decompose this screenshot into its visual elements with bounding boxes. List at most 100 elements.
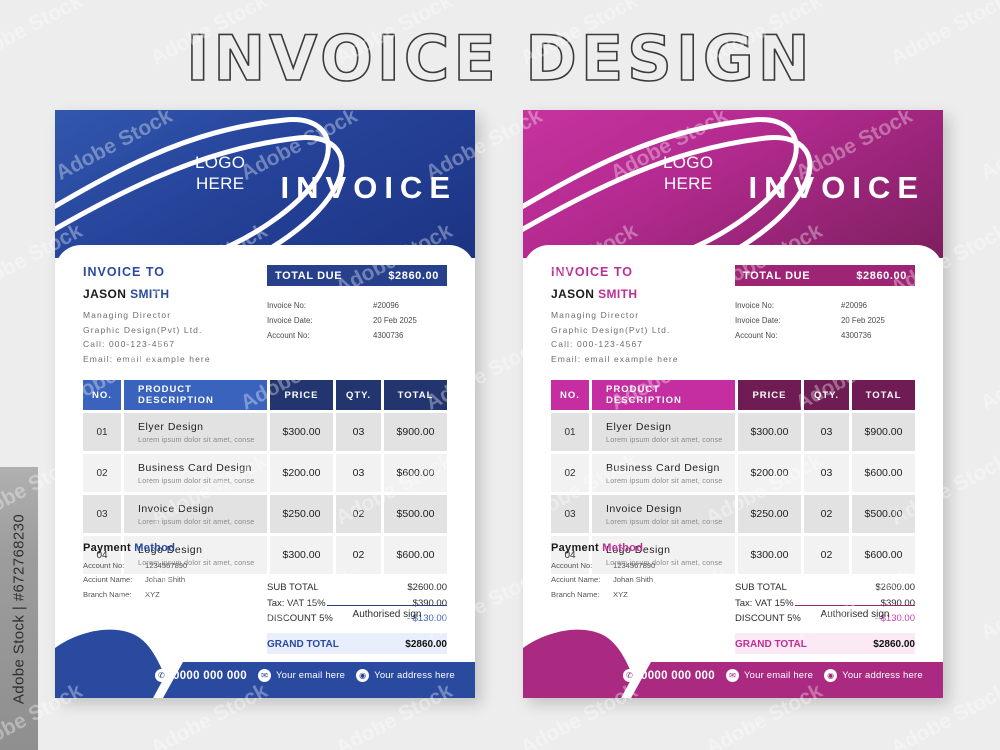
- cell-desc: Elyer Design Lorem ipsum dolor sit amet,…: [592, 413, 735, 452]
- footer-phone-text: 0000 000 000: [641, 669, 715, 682]
- cell-desc: Invoice Design Lorem ipsum dolor sit ame…: [124, 495, 267, 534]
- footer-email: ✉ Your email here: [725, 669, 814, 682]
- table-row: 03 Invoice Design Lorem ipsum dolor sit …: [551, 495, 915, 534]
- page-title: INVOICE DESIGN: [185, 21, 814, 96]
- footer-phone: ✆ 0000 000 000: [623, 669, 715, 682]
- cell-no: 02: [551, 454, 589, 493]
- payment-row: Account No: 1234567890: [83, 559, 187, 574]
- footer-address: ◉ Your address here: [356, 669, 455, 682]
- footer-shapes: [55, 629, 475, 698]
- payment-title-rest: Method: [598, 541, 644, 554]
- cell-qty: 02: [336, 536, 381, 575]
- meta-value: 20 Feb 2025: [841, 316, 885, 326]
- col-price: PRICE: [738, 380, 801, 411]
- cell-no: 03: [83, 495, 121, 534]
- invoice-heading: INVOICE: [280, 170, 457, 205]
- cell-no: 02: [83, 454, 121, 493]
- product-name: Invoice Design: [138, 502, 214, 515]
- cell-no: 01: [551, 413, 589, 452]
- info-row: INVOICE TO JASON SMITH Managing Director…: [83, 265, 447, 366]
- payment-value: XYZ: [145, 590, 160, 600]
- cell-total: $500.00: [384, 495, 447, 534]
- logo-placeholder: LOGO HERE: [195, 152, 245, 195]
- product-subtext: Lorem ipsum dolor sit amet, conse: [606, 434, 723, 444]
- cell-total: $600.00: [852, 536, 915, 575]
- meta-label: Invoice No:: [267, 301, 307, 310]
- table-row: 02 Business Card Design Lorem ipsum dolo…: [83, 454, 447, 493]
- col-no: NO.: [83, 380, 121, 411]
- table-header-row: NO. PRODUCT DESCRIPTION PRICE QTY. TOTAL: [551, 380, 915, 411]
- logo-line-2: HERE: [195, 174, 245, 194]
- payment-key: Branch Name:: [551, 590, 600, 600]
- cell-qty: 03: [804, 454, 849, 493]
- payment-title-bold: Payment: [83, 541, 131, 554]
- product-subtext: Lorem ipsum dolor sit amet, conse: [138, 434, 255, 444]
- client-details: Managing Director Graphic Design(Pvt) Lt…: [551, 308, 679, 366]
- col-qty: QTY.: [804, 380, 849, 411]
- total-due-label: TOTAL DUE: [275, 269, 343, 282]
- stock-id-label: Adobe Stock | #672768230: [10, 513, 28, 704]
- sheet-header-pink: LOGO HERE INVOICE: [523, 110, 943, 258]
- meta-label: Account No:: [267, 331, 310, 341]
- payment-row: Acciunt Name: Johan Shith: [551, 573, 655, 588]
- meta-value: 4300736: [373, 331, 404, 341]
- product-subtext: Lorem ipsum dolor sit amet, conse: [606, 475, 723, 485]
- product-subtext: Lorem ipsum dolor sit amet, conse: [138, 475, 255, 485]
- tax-label: Tax: VAT 15%: [267, 597, 326, 609]
- col-qty: QTY.: [336, 380, 381, 411]
- cell-total: $900.00: [852, 413, 915, 452]
- logo-line-1: LOGO: [663, 153, 714, 172]
- client-details: Managing Director Graphic Design(Pvt) Lt…: [83, 308, 211, 366]
- meta-label: Invoice Date:: [735, 316, 781, 326]
- total-due-label: TOTAL DUE: [743, 269, 811, 282]
- phone-icon: ✆: [155, 669, 168, 682]
- phone-icon: ✆: [623, 669, 636, 682]
- footer-address: ◉ Your address here: [824, 669, 923, 682]
- payment-title-bold: Payment: [551, 541, 599, 554]
- meta-label: Invoice Date:: [267, 316, 313, 326]
- envelope-icon: ✉: [725, 669, 739, 682]
- invoice-meta: Invoice No: #20096 Invoice Date: 20 Feb …: [267, 298, 447, 344]
- location-pin-icon: ◉: [356, 669, 370, 682]
- cell-no: 03: [551, 495, 589, 534]
- product-subtext: Lorem ipsum dolor sit amet, conse: [606, 516, 723, 526]
- cell-total: $600.00: [384, 454, 447, 493]
- total-due-badge: TOTAL DUE $2860.00: [267, 265, 447, 286]
- subtotal-label: SUB TOTAL: [735, 582, 787, 594]
- info-row: INVOICE TO JASON SMITH Managing Director…: [551, 265, 915, 366]
- payment-method-title: Payment Method: [83, 542, 187, 554]
- invoice-to-title: INVOICE TO: [551, 265, 634, 279]
- meta-row: Account No: 4300736: [735, 328, 915, 343]
- client-phone: Call: 000-123-4567: [551, 339, 644, 350]
- subtotal-row: SUB TOTAL $2600.00: [735, 580, 915, 595]
- payment-value: 1234567890: [613, 560, 656, 570]
- cell-price: $250.00: [738, 495, 801, 534]
- payment-row: Branch Name: XYZ: [551, 588, 655, 603]
- product-subtext: Lorem ipsum dolor sit amet, conse: [138, 516, 255, 526]
- payment-key: Acciunt Name:: [551, 575, 601, 585]
- cell-total: $900.00: [384, 413, 447, 452]
- footer-phone-text: 0000 000 000: [173, 669, 247, 682]
- cell-desc: Business Card Design Lorem ipsum dolor s…: [592, 454, 735, 493]
- table-row: 02 Business Card Design Lorem ipsum dolo…: [551, 454, 915, 493]
- logo-line-2: HERE: [663, 174, 713, 194]
- client-last-name: SMITH: [130, 287, 170, 301]
- payment-details: Account No: 1234567890 Acciunt Name: Joh…: [551, 559, 655, 603]
- meta-value: 4300736: [841, 331, 872, 341]
- invoice-meta: Invoice No: #20096 Invoice Date: 20 Feb …: [735, 298, 915, 344]
- meta-row: Invoice No: #20096: [267, 298, 447, 313]
- footer-email-text: Your email here: [743, 670, 814, 681]
- table-header-row: NO. PRODUCT DESCRIPTION PRICE QTY. TOTAL: [83, 380, 447, 411]
- client-first-name: JASON: [551, 287, 595, 301]
- payment-title-rest: Method: [130, 541, 176, 554]
- total-due-block: TOTAL DUE $2860.00 Invoice No: #20096 In…: [735, 265, 915, 366]
- logo-line-1: LOGO: [195, 153, 246, 172]
- total-due-badge: TOTAL DUE $2860.00: [735, 265, 915, 286]
- product-name: Elyer Design: [138, 420, 204, 433]
- table-row: 01 Elyer Design Lorem ipsum dolor sit am…: [551, 413, 915, 452]
- bill-to-block: INVOICE TO JASON SMITH Managing Director…: [83, 265, 211, 366]
- cell-price: $200.00: [738, 454, 801, 493]
- meta-row: Invoice Date: 20 Feb 2025: [267, 313, 447, 328]
- payment-value: Johan Shith: [613, 575, 654, 585]
- client-phone: Call: 000-123-4567: [83, 339, 176, 350]
